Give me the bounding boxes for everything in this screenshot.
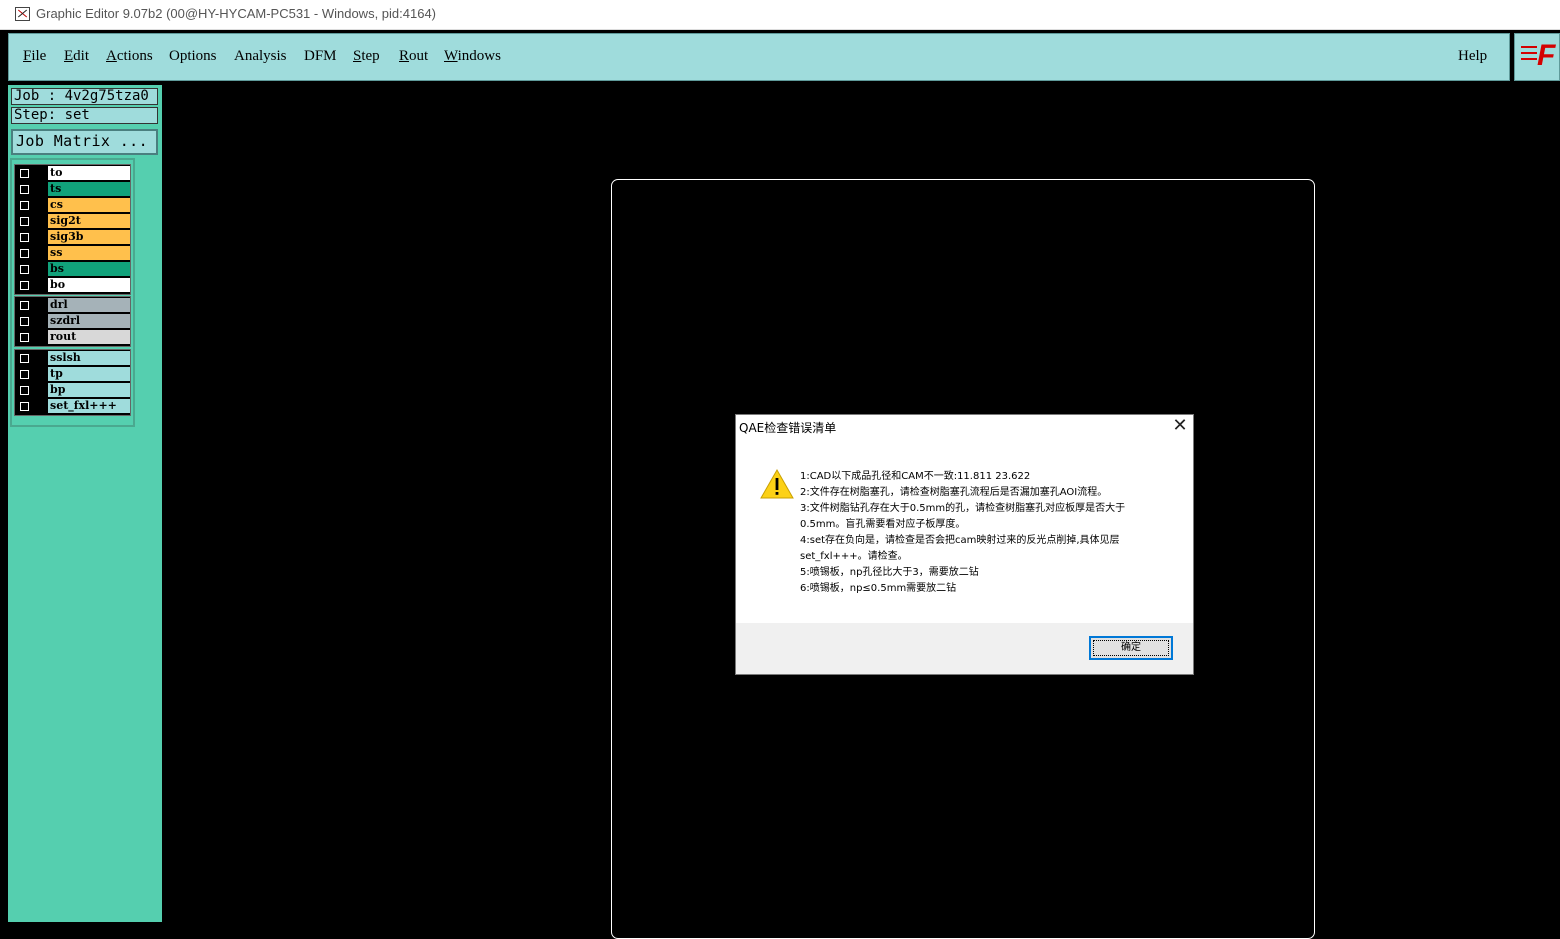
layer-name[interactable]: ts [48,182,130,196]
layer-checkbox[interactable] [20,201,29,210]
ok-button[interactable]: 确定 [1089,636,1173,660]
step-label: Step: set [11,107,158,124]
menu-dfm[interactable]: DFM [304,48,337,65]
message-line: set_fxl+++。请检查。 [800,551,908,562]
warning-icon [760,468,794,499]
layer-row[interactable]: ts [15,181,130,197]
menubar: File Edit Actions Options Analysis DFM S… [8,33,1510,81]
logo-letter: F [1537,39,1556,72]
message-line: 3:文件树脂钻孔存在大于0.5mm的孔，请检查树脂塞孔对应板厚是否大于 [800,503,1126,514]
menu-windows[interactable]: Windows [444,48,501,65]
layer-row[interactable]: cs [15,197,130,213]
layer-row[interactable]: bo [15,277,130,293]
layer-name[interactable]: bp [48,383,130,397]
layer-name[interactable]: set_fxl+++ [48,399,130,413]
layer-checkbox[interactable] [20,317,29,326]
layer-name[interactable]: sig3b [48,230,130,244]
menu-options[interactable]: Options [169,48,217,65]
menu-file[interactable]: File [23,48,46,65]
layer-name[interactable]: bo [48,278,130,292]
left-panel: Job : 4v2g75tza0 Step: set Job Matrix ..… [8,85,162,922]
layer-checkbox[interactable] [20,301,29,310]
layer-row[interactable]: sslsh [15,350,130,366]
message-line: 5:喷锡板，np孔径比大于3，需要放二钻 [800,567,979,578]
layer-row[interactable]: bp [15,382,130,398]
layer-checkbox[interactable] [20,386,29,395]
window-titlebar: Graphic Editor 9.07b2 (00@HY-HYCAM-PC531… [0,0,1560,30]
message-line: 2:文件存在树脂塞孔，请检查树脂塞孔流程后是否漏加塞孔AOI流程。 [800,487,1108,498]
layer-row[interactable]: tp [15,366,130,382]
message-line: 1:CAD以下成品孔径和CAM不一致:11.811 23.622 [800,471,1031,482]
layer-row[interactable]: sig3b [15,229,130,245]
job-matrix-button[interactable]: Job Matrix ... [11,129,158,155]
layer-row[interactable]: szdrl [15,313,130,329]
layer-name[interactable]: szdrl [48,314,130,328]
layer-checkbox[interactable] [20,249,29,258]
message-line: 6:喷锡板，np≤0.5mm需要放二钻 [800,583,957,594]
layer-checkbox[interactable] [20,233,29,242]
dialog-footer: 确定 [736,623,1193,674]
menu-rout[interactable]: Rout [399,48,428,65]
layer-name[interactable]: to [48,166,130,180]
layer-checkbox[interactable] [20,281,29,290]
layer-name[interactable]: ss [48,246,130,260]
layer-checkbox[interactable] [20,169,29,178]
layer-row[interactable]: sig2t [15,213,130,229]
layer-checkbox[interactable] [20,333,29,342]
menu-analysis[interactable]: Analysis [234,48,287,65]
board-layers-group: to ts cs sig2t sig3b ss bs bo [14,164,131,295]
menu-edit[interactable]: Edit [64,48,89,65]
layer-checkbox[interactable] [20,354,29,363]
message-line: 4:set存在负向是，请检查是否会把cam映射过来的反光点削掉,具体见层 [800,535,1120,546]
layer-row[interactable]: to [15,165,130,181]
layer-row[interactable]: bs [15,261,130,277]
layer-name[interactable]: drl [48,298,130,312]
layer-name[interactable]: cs [48,198,130,212]
layer-checkbox[interactable] [20,402,29,411]
layer-list: to ts cs sig2t sig3b ss bs bo drl szdrl … [10,158,135,427]
layer-row[interactable]: set_fxl+++ [15,398,130,414]
layer-name[interactable]: sslsh [48,351,130,365]
job-label: Job : 4v2g75tza0 [11,88,158,105]
layer-name[interactable]: bs [48,262,130,276]
logo-streaks-icon [1521,46,1537,66]
layer-row[interactable]: rout [15,329,130,345]
close-icon[interactable]: ✕ [1167,415,1193,439]
layer-name[interactable]: sig2t [48,214,130,228]
window-title: Graphic Editor 9.07b2 (00@HY-HYCAM-PC531… [36,6,437,21]
layer-row[interactable]: drl [15,297,130,313]
dialog-message: 1:CAD以下成品孔径和CAM不一致:11.811 23.622 2:文件存在树… [800,469,1170,597]
brand-logo: F [1514,33,1560,81]
layer-name[interactable]: rout [48,330,130,344]
app-icon [15,7,30,21]
message-line: 0.5mm。盲孔需要看对应子板厚度。 [800,519,966,530]
drill-layers-group: drl szdrl rout [14,296,131,347]
menu-step[interactable]: Step [353,48,380,65]
layer-name[interactable]: tp [48,367,130,381]
layer-row[interactable]: ss [15,245,130,261]
dialog-title: QAE检查错误清单 [739,421,837,435]
layer-checkbox[interactable] [20,185,29,194]
menu-help[interactable]: Help [1458,48,1487,65]
layer-checkbox[interactable] [20,217,29,226]
qae-error-dialog: QAE检查错误清单 ✕ 1:CAD以下成品孔径和CAM不一致:11.811 23… [735,414,1194,675]
misc-layers-group: sslsh tp bp set_fxl+++ [14,349,131,416]
layer-checkbox[interactable] [20,370,29,379]
menu-actions[interactable]: Actions [106,48,153,65]
layer-checkbox[interactable] [20,265,29,274]
